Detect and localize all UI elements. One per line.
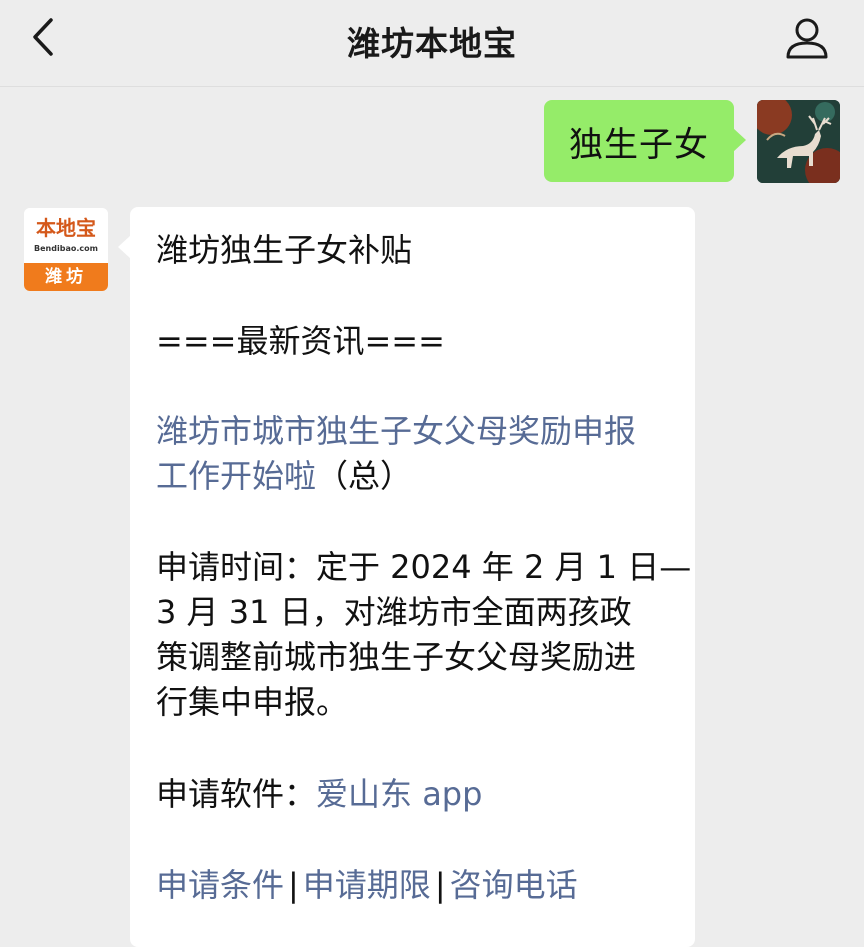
separator: |: [434, 866, 446, 904]
user-avatar[interactable]: [757, 100, 840, 183]
time-line-2: 3 月 31 日，对潍坊市全面两孩政: [156, 593, 632, 631]
logo-brand-text: 本地宝: [36, 216, 96, 240]
news-header: ===最新资讯===: [156, 322, 445, 360]
software-row: 申请软件：爱山东 app: [156, 772, 482, 817]
article-link-line2[interactable]: 工作开始啦: [156, 457, 316, 495]
person-icon: [786, 18, 828, 59]
time-line-3: 策调整前城市独生子女父母奖励进: [156, 638, 637, 676]
logo-url-text: Bendibao.com: [34, 244, 98, 253]
profile-button[interactable]: [782, 14, 832, 64]
sent-message-text: 独生子女: [569, 124, 709, 165]
time-line-1: 申请时间：定于 2024 年 2 月 1 日—: [156, 548, 692, 586]
article-link-line1[interactable]: 潍坊市城市独生子女父母奖励申报: [156, 409, 636, 454]
received-message-bubble[interactable]: 潍坊独生子女补贴 ===最新资讯=== 潍坊市城市独生子女父母奖励申报 工作开始…: [118, 207, 695, 947]
time-line-4: 行集中申报。: [156, 683, 349, 721]
logo-top: 本地宝 Bendibao.com: [24, 208, 108, 263]
separator: |: [288, 866, 299, 904]
link-deadline[interactable]: 申请期限: [303, 866, 431, 904]
link-conditions[interactable]: 申请条件: [156, 866, 284, 904]
article-suffix: （总）: [316, 457, 413, 495]
top-navigation-bar: 潍坊本地宝: [0, 0, 864, 87]
article-link-line2-row: 工作开始啦（总）: [156, 454, 412, 499]
sent-message-bubble[interactable]: 独生子女: [544, 100, 746, 182]
official-account-avatar[interactable]: 本地宝 Bendibao.com 潍坊: [24, 208, 108, 291]
software-label: 申请软件：: [156, 775, 317, 813]
chat-title: 潍坊本地宝: [347, 24, 517, 63]
link-hotline[interactable]: 咨询电话: [450, 866, 578, 904]
logo-city-text: 潍坊: [24, 263, 108, 291]
software-link[interactable]: 爱山东 app: [316, 775, 482, 813]
quick-links-row: 申请条件 | 申请期限 | 咨询电话: [156, 863, 578, 908]
deer-artwork-icon: [757, 100, 840, 183]
reply-title: 潍坊独生子女补贴: [156, 231, 413, 269]
